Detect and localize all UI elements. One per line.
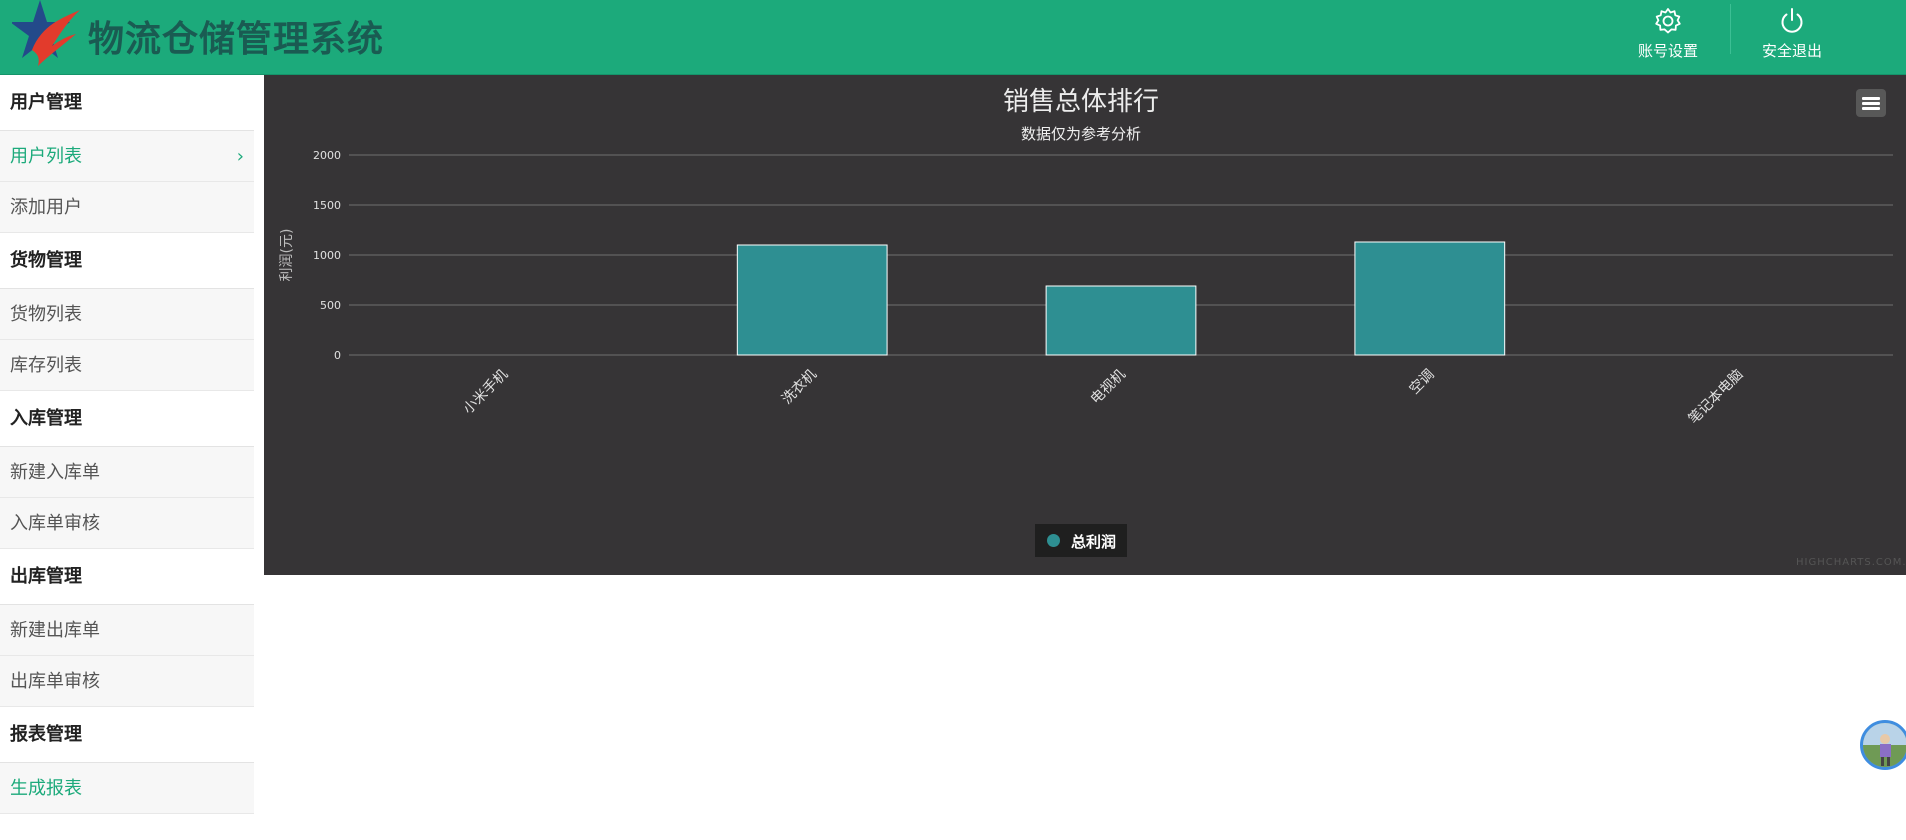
power-icon (1781, 8, 1803, 33)
hamburger-menu-icon[interactable] (1856, 89, 1886, 117)
chart-canvas: 0 500 1000 1500 2000 利润(元) 小米手机 洗衣机 电视机 空调 笔记本电脑 (279, 149, 1893, 428)
sidebar-item-inventory-list[interactable]: 库存列表 (0, 340, 254, 391)
legend-label: 总利润 (1071, 533, 1117, 551)
chart-legend-item[interactable]: 总利润 (1035, 524, 1127, 557)
sidebar-group-outbound-management[interactable]: 出库管理 (0, 549, 254, 605)
header-divider (1730, 4, 1731, 54)
user-avatar-icon[interactable] (1860, 720, 1906, 770)
sidebar-item-inbound-review[interactable]: 入库单审核 (0, 498, 254, 549)
legend-marker-icon (1047, 534, 1060, 547)
sidebar: 用户管理 用户列表 › 添加用户 货物管理 货物列表 库存列表 入库管理 新建入… (0, 75, 254, 840)
y-tick-label: 0 (334, 349, 341, 362)
app-title: 物流仓储管理系统 (88, 18, 385, 60)
x-tick-label: 笔记本电脑 (1686, 367, 1747, 428)
chart-title: 销售总体排行 (1002, 87, 1159, 117)
star-logo-icon (12, 0, 80, 66)
sidebar-group-inbound-management[interactable]: 入库管理 (0, 391, 254, 447)
y-tick-label: 2000 (313, 149, 341, 162)
x-tick-label: 洗衣机 (779, 367, 820, 408)
y-tick-label: 1000 (313, 249, 341, 262)
account-settings-label: 账号设置 (1637, 42, 1698, 60)
y-tick-label: 500 (320, 299, 341, 312)
account-settings-button[interactable]: 账号设置 (1613, 4, 1723, 64)
logout-label: 安全退出 (1761, 42, 1822, 60)
top-header: 物流仓储管理系统 账号设置 安全退出 (0, 0, 1906, 75)
sidebar-item-generate-report[interactable]: 生成报表 (0, 763, 254, 814)
sidebar-item-label: 用户列表 (10, 146, 82, 167)
sidebar-group-goods-management[interactable]: 货物管理 (0, 233, 254, 289)
y-axis-title: 利润(元) (279, 229, 295, 282)
sales-ranking-chart: 0 500 1000 1500 2000 利润(元) 小米手机 洗衣机 电视机 空调 笔记本电脑 销… (264, 75, 1906, 575)
logout-button[interactable]: 安全退出 (1737, 4, 1847, 64)
chart-subtitle: 数据仅为参考分析 (1020, 125, 1141, 143)
sidebar-item-new-outbound-order[interactable]: 新建出库单 (0, 605, 254, 656)
sidebar-item-goods-list[interactable]: 货物列表 (0, 289, 254, 340)
gear-icon (1655, 8, 1681, 34)
x-tick-label: 空调 (1407, 367, 1438, 398)
avatar-image (1863, 723, 1906, 767)
x-tick-label: 电视机 (1088, 367, 1129, 408)
y-tick-label: 1500 (313, 199, 341, 212)
sidebar-item-outbound-review[interactable]: 出库单审核 (0, 656, 254, 707)
x-tick-label: 小米手机 (460, 367, 511, 418)
sidebar-group-user-management[interactable]: 用户管理 (0, 75, 254, 131)
chart-credits[interactable]: HIGHCHARTS.COM.CN (1796, 557, 1906, 568)
sidebar-item-add-user[interactable]: 添加用户 (0, 182, 254, 233)
bar-3 (1045, 285, 1197, 356)
sidebar-item-new-inbound-order[interactable]: 新建入库单 (0, 447, 254, 498)
sidebar-item-user-list[interactable]: 用户列表 › (0, 131, 254, 182)
bar-2 (736, 244, 888, 356)
sidebar-group-report-management[interactable]: 报表管理 (0, 707, 254, 763)
chevron-right-icon: › (236, 146, 244, 167)
bar-4 (1354, 241, 1506, 356)
